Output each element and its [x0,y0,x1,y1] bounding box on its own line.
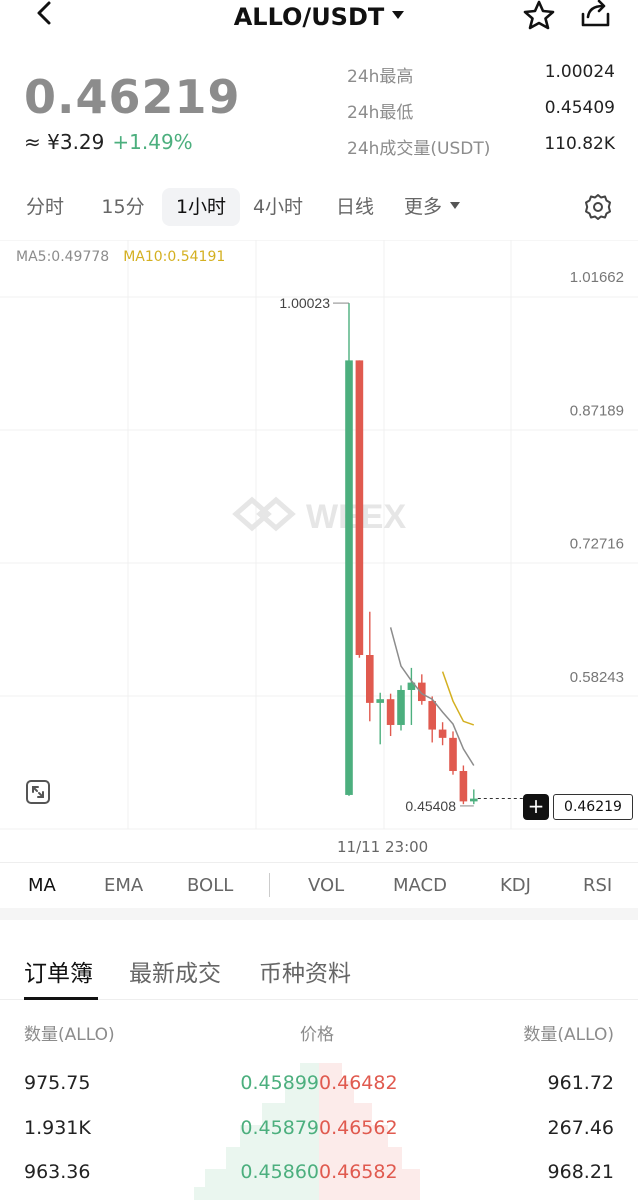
bid-qty: 1.931K [24,1117,91,1139]
candle-body [345,360,353,795]
low-marker-label: 0.45408 [405,798,456,814]
tab-more-label: 更多 [403,196,442,218]
orderbook-header: 数量(ALLO) 价格 数量(ALLO) [0,1020,638,1050]
tab-latest-trades[interactable]: 最新成交 [129,954,221,988]
stat-low-value: 0.45409 [544,98,615,118]
high-marker-label: 1.00023 [279,295,330,311]
expand-icon [26,780,50,804]
stat-volume: 24h成交量(USDT) 110.82K [347,134,615,170]
ask-price: 0.46582 [319,1161,398,1183]
bid-price: 0.45879 [240,1117,319,1139]
tab-4h[interactable]: 4小时 [247,188,309,226]
ask-qty: 961.72 [547,1072,614,1094]
add-order-button[interactable]: + [523,794,549,820]
orderbook-tabs: 订单簿 最新成交 币种资料 [0,940,638,1000]
indicator-ema[interactable]: EMA [104,875,143,896]
bid-price: 0.45860 [240,1161,319,1183]
indicator-boll[interactable]: BOLL [187,875,233,896]
candle-body [418,682,426,702]
ma-legend: MA5:0.49778 MA10:0.54191 [16,249,225,265]
candle-body [459,771,468,802]
candle-body [397,689,405,725]
bid-qty: 963.36 [24,1161,91,1183]
tab-1h[interactable]: 1小时 [162,188,240,226]
candle-body [428,701,436,730]
stat-volume-value: 110.82K [544,134,615,154]
stat-low-label: 24h最低 [347,103,414,123]
candle-body [470,798,478,802]
fullscreen-button[interactable] [25,779,51,805]
stat-low: 24h最低 0.45409 [347,98,615,134]
candle-body [449,737,457,772]
ask-price: 0.46562 [319,1117,398,1139]
caret-down-icon [450,202,460,209]
candle-body [438,729,447,738]
indicator-macd[interactable]: MACD [393,875,447,896]
candle-body [376,699,384,703]
candlestick-chart[interactable]: WEEX 1.016620.871890.727160.582430.43770… [0,239,638,860]
indicator-ma[interactable]: MA [28,875,56,896]
y-tick-label: 1.01662 [570,269,624,286]
watermark: WEEX [232,496,406,536]
tab-coin-info[interactable]: 币种资料 [259,954,351,988]
indicator-kdj[interactable]: KDJ [500,875,531,896]
y-tick-label: 0.72716 [570,536,624,553]
stats-panel: 24h最高 1.00024 24h最低 0.45409 24h成交量(USDT)… [347,62,615,170]
current-price-tag: 0.46219 [553,794,633,820]
bid-qty-header: 数量(ALLO) [24,1025,115,1045]
tab-more[interactable]: 更多 [396,188,468,226]
indicator-vol[interactable]: VOL [308,875,344,896]
y-tick-label: 0.58243 [570,669,624,686]
share-button[interactable] [575,0,615,34]
orderbook-row[interactable]: 975.75 0.45899 0.46482 961.72 [0,1072,638,1112]
stat-high-label: 24h最高 [347,67,414,87]
candle-body [366,655,374,703]
tab-orderbook[interactable]: 订单簿 [24,954,93,988]
change-percent: +1.49% [112,130,193,154]
candle-body [355,360,364,656]
candles [345,303,478,805]
ask-qty: 267.46 [547,1117,614,1139]
plus-icon: + [527,794,545,818]
gear-icon [585,194,611,220]
star-outline-icon [523,0,555,30]
chart-canvas[interactable]: WEEX 1.016620.871890.727160.582430.43770… [0,239,638,860]
cny-price-row: ≈ ¥3.29 +1.49% [24,130,193,154]
orderbook-row[interactable]: 1.931K 0.45879 0.46562 267.46 [0,1117,638,1157]
chart-settings-button[interactable] [584,193,612,221]
time-axis-label: 11/11 23:00 [337,838,429,856]
last-price: 0.46219 [24,70,241,124]
indicator-divider [269,873,270,897]
pair-name: ALLO/USDT [233,3,385,31]
ma10-value: MA10:0.54191 [123,249,226,265]
y-axis: 1.016620.871890.727160.582430.43770 [570,269,624,819]
ma5-value: MA5:0.49778 [16,249,110,265]
favorite-button[interactable] [520,0,558,34]
stat-high: 24h最高 1.00024 [347,62,615,98]
y-tick-label: 0.87189 [570,402,624,419]
top-bar: ALLO/USDT [0,0,638,34]
candle-body [386,699,395,725]
tab-timeline[interactable]: 分时 [18,188,72,226]
indicator-tabs: MA EMA BOLL VOL MACD KDJ RSI [0,862,638,908]
tab-daily[interactable]: 日线 [330,188,380,226]
orderbook-row[interactable]: 963.36 0.45860 0.46582 968.21 [0,1161,638,1200]
indicator-rsi[interactable]: RSI [583,875,612,896]
bid-qty: 975.75 [24,1072,91,1094]
ask-qty: 968.21 [547,1161,614,1183]
bid-price: 0.45899 [240,1072,319,1094]
cny-price: ≈ ¥3.29 [24,130,105,154]
share-icon [581,0,610,27]
stat-volume-label: 24h成交量(USDT) [347,139,491,159]
section-divider [0,908,638,920]
timeframe-tabs: 分时 15分 1小时 4小时 日线 更多 [0,188,638,228]
stat-high-value: 1.00024 [544,62,615,82]
active-tab-underline [24,997,98,1000]
caret-down-icon [392,11,405,19]
price-header: 价格 [300,1025,334,1045]
price-markers: 1.00023 0.45408 [279,295,523,814]
ask-price: 0.46482 [319,1072,398,1094]
ask-qty-header: 数量(ALLO) [523,1025,614,1045]
tab-15m[interactable]: 15分 [95,188,151,226]
